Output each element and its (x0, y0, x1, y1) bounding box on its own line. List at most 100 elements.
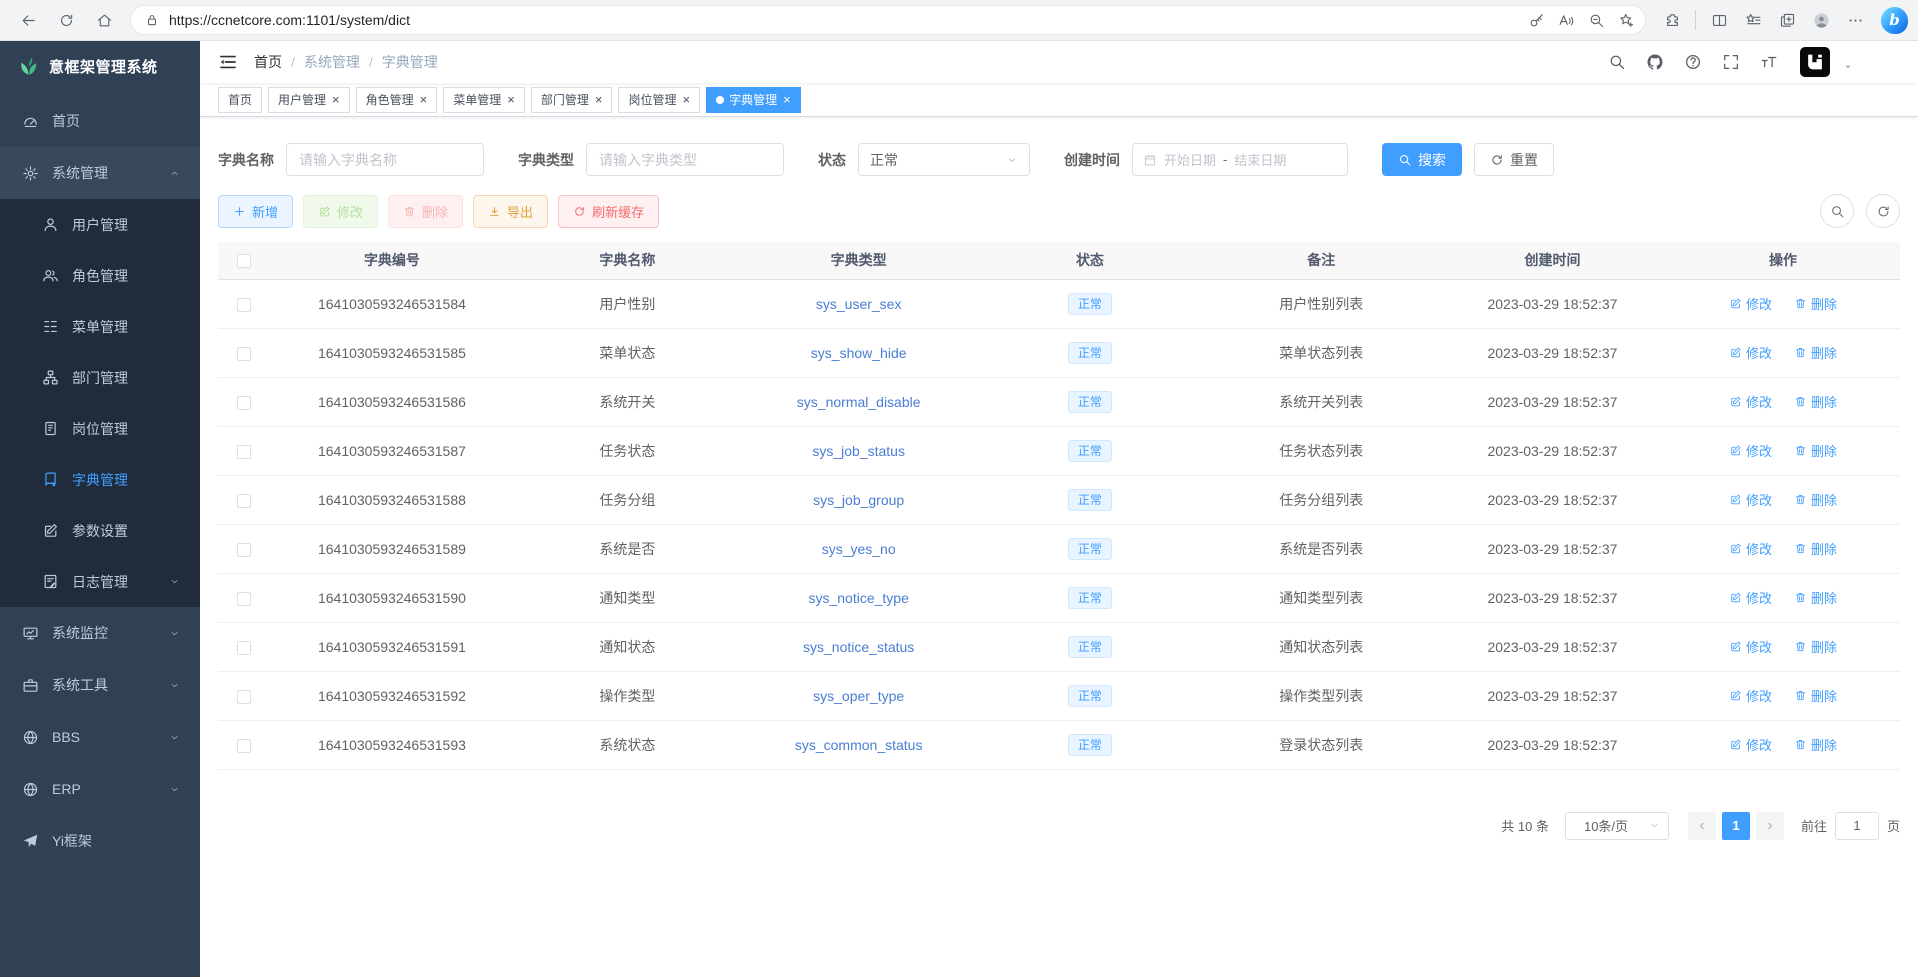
row-checkbox[interactable] (237, 494, 251, 508)
avatar-caret-down-icon[interactable] (1842, 61, 1854, 73)
browser-home-button[interactable] (88, 4, 120, 36)
search-button[interactable]: 搜索 (1382, 143, 1462, 176)
row-edit-link[interactable]: 修改 (1729, 735, 1772, 754)
page-number-1[interactable]: 1 (1722, 812, 1750, 840)
row-checkbox[interactable] (237, 543, 251, 557)
sidebar-item-post-mgmt[interactable]: 岗位管理 (0, 403, 200, 454)
refresh-table-button[interactable] (1866, 194, 1900, 228)
select-all-checkbox[interactable] (237, 254, 251, 268)
row-delete-link[interactable]: 删除 (1794, 343, 1837, 362)
dict-type-link[interactable]: sys_common_status (795, 737, 923, 753)
toggle-search-button[interactable] (1820, 194, 1854, 228)
row-checkbox[interactable] (237, 690, 251, 704)
dict-type-link[interactable]: sys_notice_type (808, 590, 908, 606)
row-delete-link[interactable]: 删除 (1794, 392, 1837, 411)
dict-type-link[interactable]: sys_yes_no (822, 541, 896, 557)
row-edit-link[interactable]: 修改 (1729, 637, 1772, 656)
sidebar-item-erp[interactable]: ERP (0, 763, 200, 815)
row-delete-link[interactable]: 删除 (1794, 637, 1837, 656)
row-delete-link[interactable]: 删除 (1794, 588, 1837, 607)
sidebar-item-menu-mgmt[interactable]: 菜单管理 (0, 301, 200, 352)
browser-profile-button[interactable] (1805, 4, 1837, 36)
browser-back-button[interactable] (12, 4, 44, 36)
export-button[interactable]: 导出 (473, 195, 548, 228)
browser-url-bar[interactable]: https://ccnetcore.com:1101/system/dict (130, 5, 1646, 35)
sidebar-item-param-settings[interactable]: 参数设置 (0, 505, 200, 556)
next-page-button[interactable] (1756, 812, 1784, 840)
browser-collections-button[interactable] (1771, 4, 1803, 36)
dict-type-link[interactable]: sys_user_sex (816, 296, 902, 312)
add-button[interactable]: 新增 (218, 195, 293, 228)
row-edit-link[interactable]: 修改 (1729, 343, 1772, 362)
tab-close-icon[interactable]: × (507, 93, 515, 106)
row-delete-link[interactable]: 删除 (1794, 735, 1837, 754)
dict-type-link[interactable]: sys_show_hide (811, 345, 907, 361)
sidebar-item-system-tools[interactable]: 系统工具 (0, 659, 200, 711)
dict-type-input[interactable] (586, 143, 784, 176)
dict-type-link[interactable]: sys_job_status (812, 443, 905, 459)
sidebar-item-system-monitor[interactable]: 系统监控 (0, 607, 200, 659)
row-edit-link[interactable]: 修改 (1729, 588, 1772, 607)
breadcrumb-home[interactable]: 首页 (254, 52, 282, 72)
tab-dept-mgmt[interactable]: 部门管理× (531, 87, 613, 113)
tab-dict-mgmt[interactable]: 字典管理× (706, 87, 801, 113)
create-time-range-picker[interactable]: 开始日期 - 结束日期 (1132, 143, 1348, 176)
row-edit-link[interactable]: 修改 (1729, 539, 1772, 558)
tab-user-mgmt[interactable]: 用户管理× (268, 87, 350, 113)
tab-close-icon[interactable]: × (595, 93, 603, 106)
row-delete-link[interactable]: 删除 (1794, 490, 1837, 509)
dict-name-input[interactable] (286, 143, 484, 176)
row-edit-link[interactable]: 修改 (1729, 490, 1772, 509)
sidebar-item-user-mgmt[interactable]: 用户管理 (0, 199, 200, 250)
browser-more-button[interactable] (1839, 4, 1871, 36)
browser-refresh-button[interactable] (50, 4, 82, 36)
status-select[interactable]: 正常 (858, 143, 1030, 176)
bing-discover-button[interactable]: b (1881, 7, 1908, 34)
row-checkbox[interactable] (237, 347, 251, 361)
row-checkbox[interactable] (237, 298, 251, 312)
row-delete-link[interactable]: 删除 (1794, 294, 1837, 313)
row-delete-link[interactable]: 删除 (1794, 539, 1837, 558)
tab-close-icon[interactable]: × (682, 93, 690, 106)
reset-button[interactable]: 重置 (1474, 143, 1554, 176)
goto-page-input[interactable] (1835, 812, 1879, 840)
tab-role-mgmt[interactable]: 角色管理× (356, 87, 438, 113)
dict-type-link[interactable]: sys_oper_type (813, 688, 904, 704)
tab-close-icon[interactable]: × (420, 93, 428, 106)
row-edit-link[interactable]: 修改 (1729, 294, 1772, 313)
browser-key-button[interactable] (1521, 6, 1551, 34)
navbar-font-size-button[interactable] (1754, 47, 1784, 77)
row-checkbox[interactable] (237, 445, 251, 459)
browser-zoom-out-button[interactable] (1581, 6, 1611, 34)
tab-post-mgmt[interactable]: 岗位管理× (618, 87, 700, 113)
row-checkbox[interactable] (237, 739, 251, 753)
navbar-github-button[interactable] (1640, 47, 1670, 77)
tab-close-icon[interactable]: × (783, 93, 791, 106)
dict-type-link[interactable]: sys_normal_disable (797, 394, 921, 410)
sidebar-item-home[interactable]: 首页 (0, 95, 200, 147)
sidebar-item-system-mgmt[interactable]: 系统管理 (0, 147, 200, 199)
tab-home[interactable]: 首页 (218, 87, 262, 113)
tab-menu-mgmt[interactable]: 菜单管理× (443, 87, 525, 113)
row-delete-link[interactable]: 删除 (1794, 686, 1837, 705)
dict-type-link[interactable]: sys_job_group (813, 492, 904, 508)
browser-extensions-button[interactable] (1656, 4, 1688, 36)
refresh-cache-button[interactable]: 刷新缓存 (558, 195, 659, 228)
sidebar-item-yi-framework[interactable]: Yi框架 (0, 815, 200, 867)
row-checkbox[interactable] (237, 396, 251, 410)
browser-favorite-add-button[interactable] (1611, 6, 1641, 34)
sidebar-item-role-mgmt[interactable]: 角色管理 (0, 250, 200, 301)
browser-split-screen-button[interactable] (1703, 4, 1735, 36)
row-checkbox[interactable] (237, 641, 251, 655)
navbar-search-button[interactable] (1602, 47, 1632, 77)
tab-close-icon[interactable]: × (332, 93, 340, 106)
row-edit-link[interactable]: 修改 (1729, 686, 1772, 705)
sidebar-item-bbs[interactable]: BBS (0, 711, 200, 763)
delete-button[interactable]: 删除 (388, 195, 463, 228)
prev-page-button[interactable] (1688, 812, 1716, 840)
sidebar-item-dict-mgmt[interactable]: 字典管理 (0, 454, 200, 505)
browser-read-aloud-button[interactable] (1551, 6, 1581, 34)
row-edit-link[interactable]: 修改 (1729, 441, 1772, 460)
edit-button[interactable]: 修改 (303, 195, 378, 228)
row-edit-link[interactable]: 修改 (1729, 392, 1772, 411)
